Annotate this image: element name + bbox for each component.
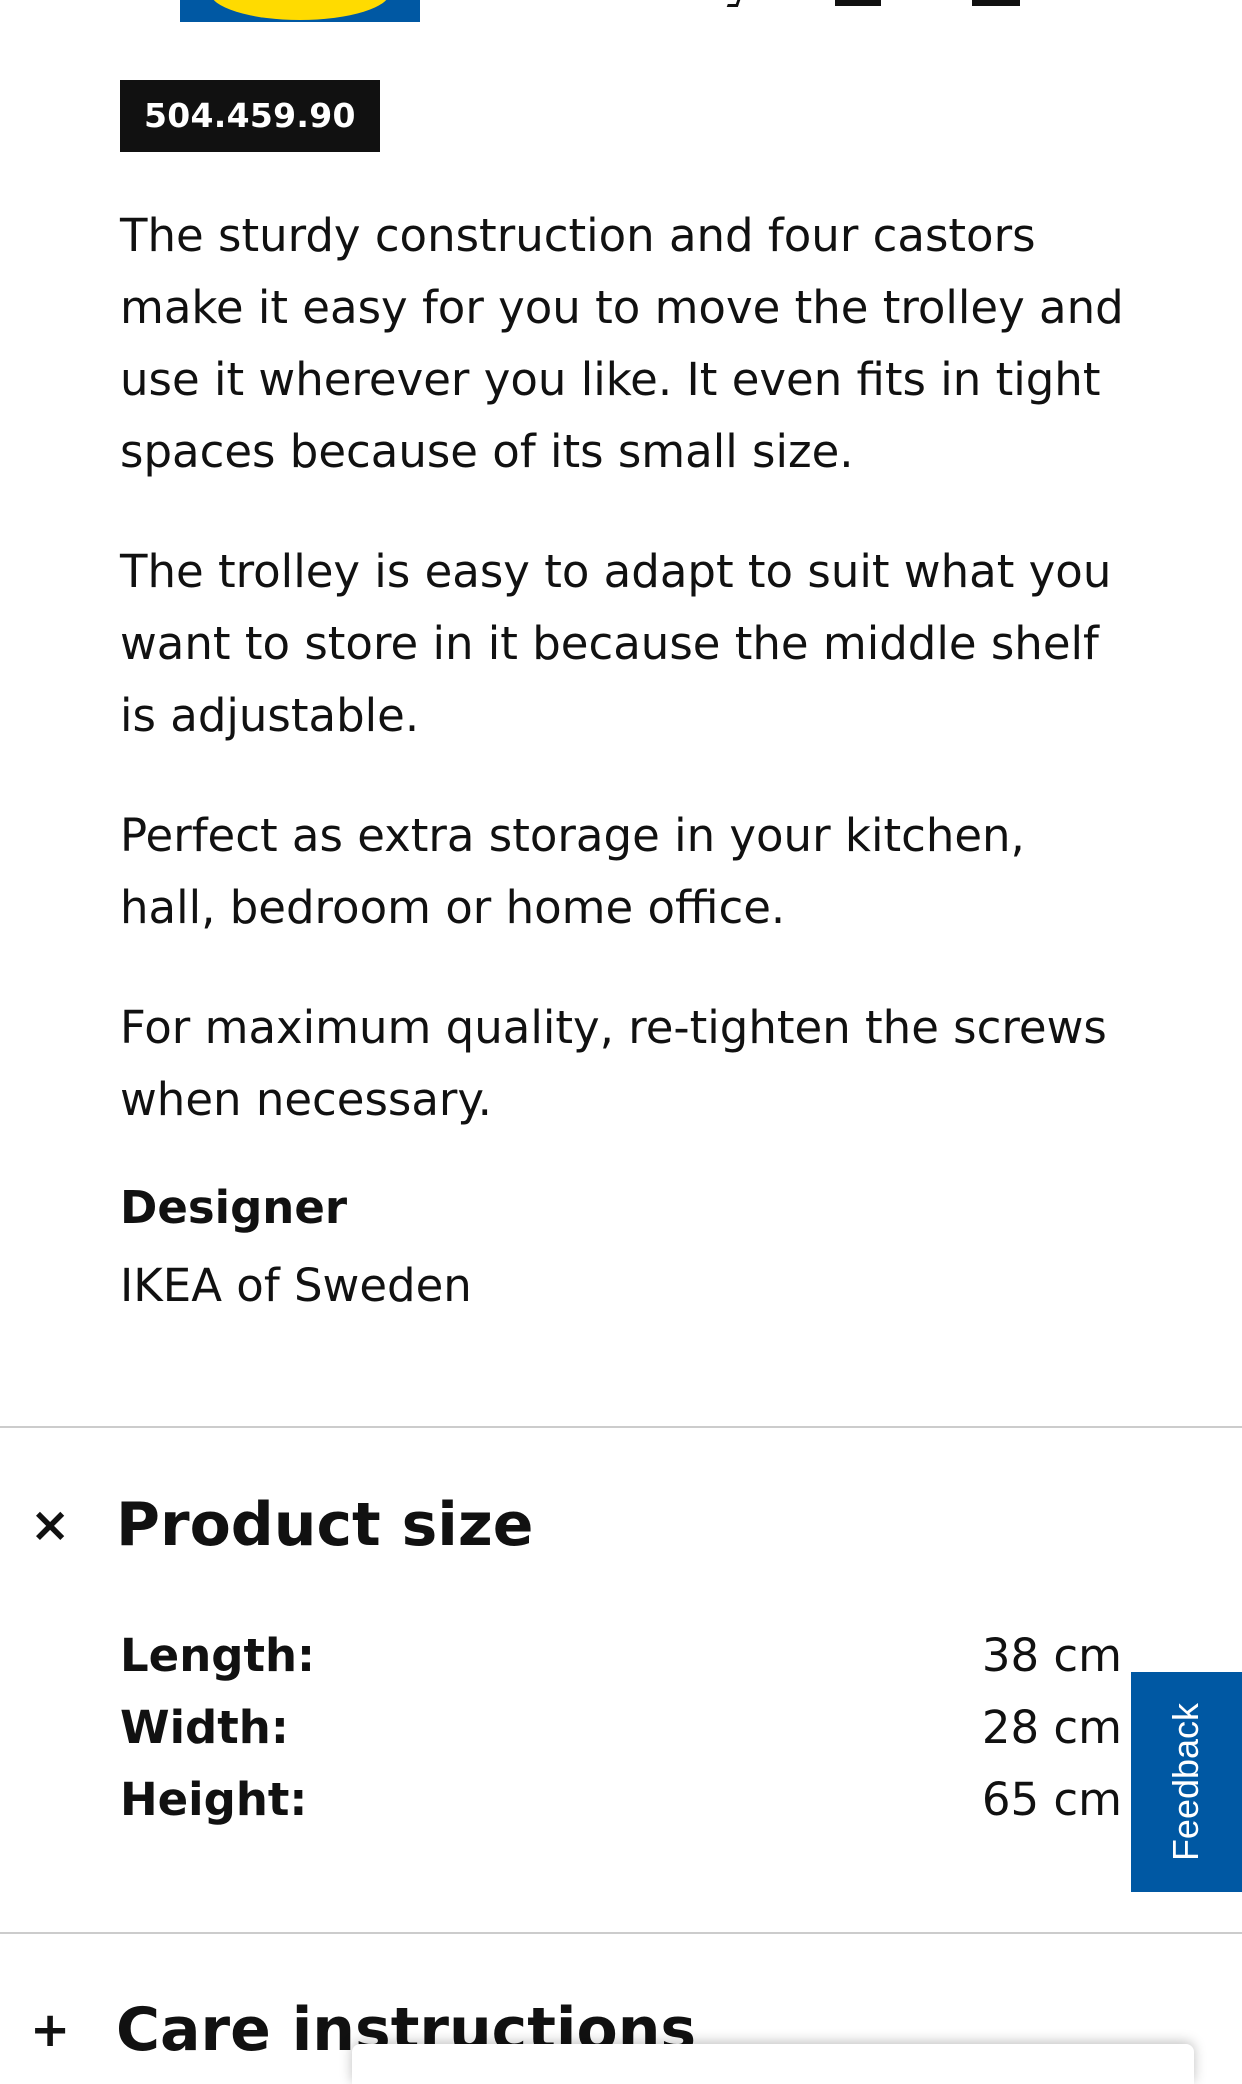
logo-oval xyxy=(210,0,390,20)
description-paragraph: The trolley is easy to adapt to suit wha… xyxy=(120,545,1112,742)
designer-value: IKEA of Sweden xyxy=(120,1259,472,1312)
site-header xyxy=(0,0,1242,24)
ikea-logo[interactable] xyxy=(180,0,420,22)
measurement-value: 38 cm xyxy=(981,1629,1122,1682)
measurement-row: Length: 38 cm xyxy=(120,1620,1122,1692)
measurement-row: Width: 28 cm xyxy=(120,1692,1122,1764)
product-details: 504.459.90 The sturdy construction and f… xyxy=(120,80,1130,1322)
measurement-value: 28 cm xyxy=(981,1701,1122,1754)
product-size-measurements: Length: 38 cm Width: 28 cm Height: 65 cm xyxy=(120,1620,1122,1836)
designer-label: Designer xyxy=(120,1181,348,1234)
product-size-toggle[interactable]: × Product size xyxy=(30,1480,1210,1570)
product-size-title: Product size xyxy=(116,1490,534,1560)
header-icon-fragment[interactable] xyxy=(726,0,741,7)
header-icon-fragment[interactable] xyxy=(972,0,1020,6)
measurement-label: Length: xyxy=(120,1629,315,1682)
article-number-badge: 504.459.90 xyxy=(120,80,380,152)
description-paragraph: The sturdy construction and four castors… xyxy=(120,209,1124,478)
header-icon-fragment[interactable] xyxy=(835,0,881,6)
feedback-button[interactable]: Feedback xyxy=(1131,1672,1242,1892)
feedback-label: Feedback xyxy=(1165,1702,1207,1862)
section-divider xyxy=(0,1932,1242,1934)
description-paragraph: For maximum quality, re-tighten the scre… xyxy=(120,1001,1107,1126)
measurement-value: 65 cm xyxy=(981,1773,1122,1826)
section-divider xyxy=(0,1426,1242,1428)
close-icon[interactable]: × xyxy=(30,1480,80,1570)
description-paragraph: Perfect as extra storage in your kitchen… xyxy=(120,809,1025,934)
measurement-label: Width: xyxy=(120,1701,289,1754)
measurement-label: Height: xyxy=(120,1773,308,1826)
plus-icon[interactable]: + xyxy=(30,1985,80,2075)
bottom-sheet-panel[interactable] xyxy=(352,2044,1194,2084)
measurement-row: Height: 65 cm xyxy=(120,1764,1122,1836)
